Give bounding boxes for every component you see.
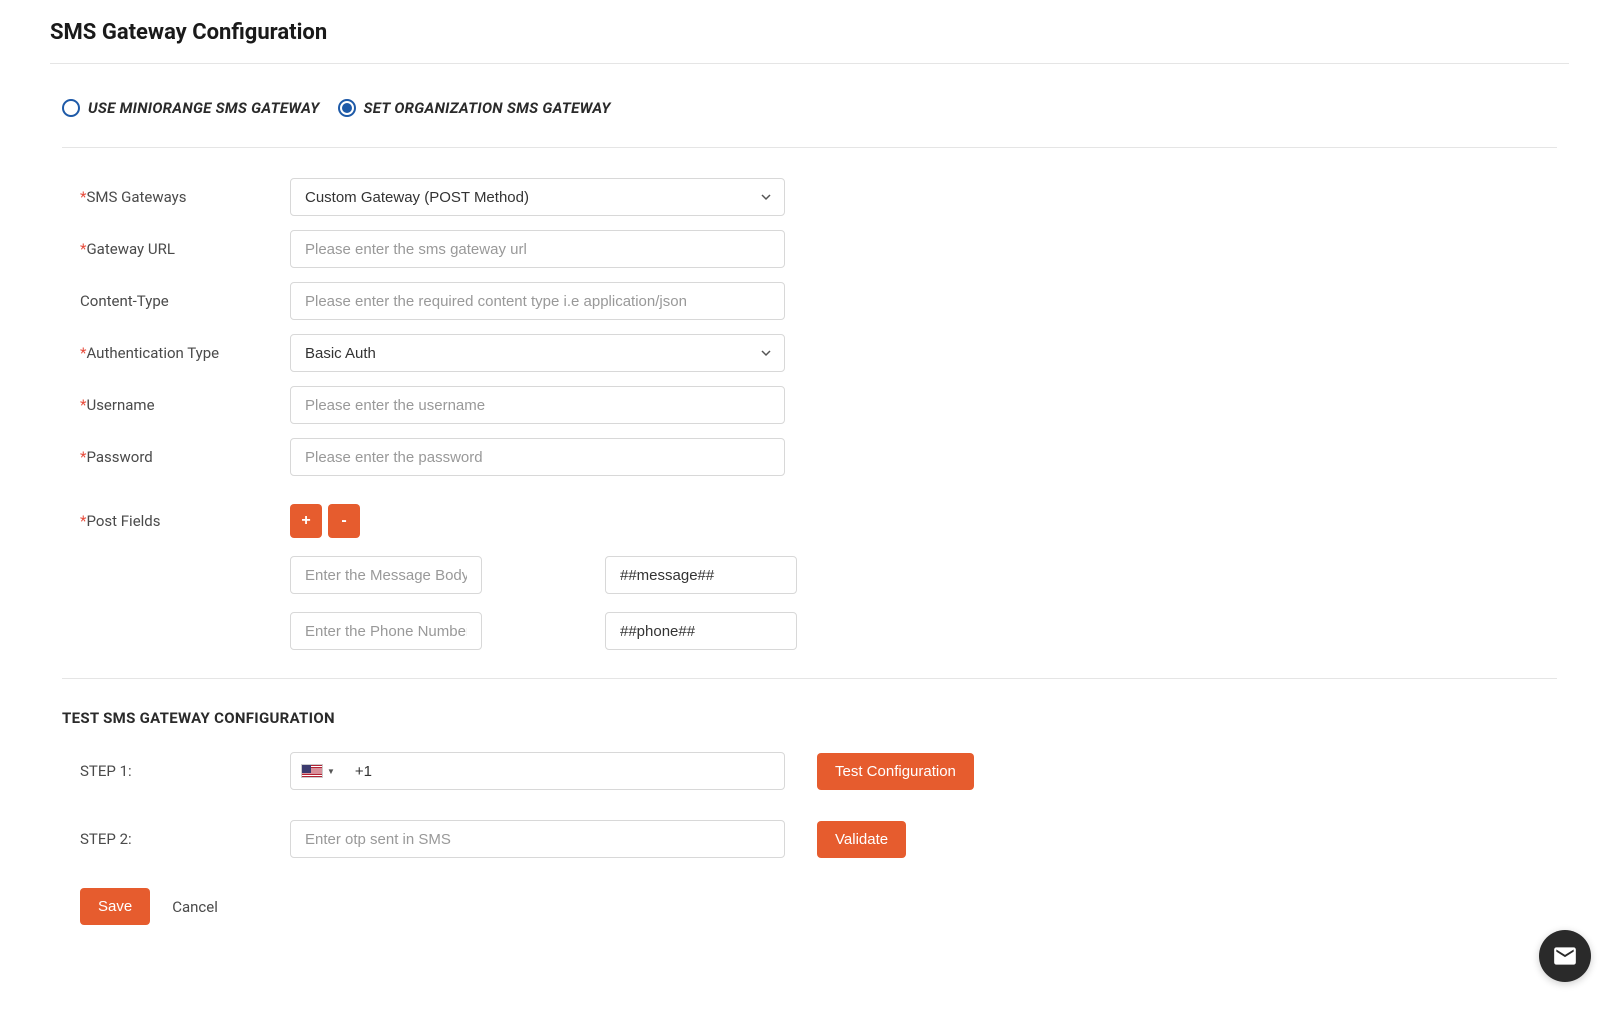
password-input[interactable] — [290, 438, 785, 476]
post-fields-controls: + - — [290, 504, 797, 650]
post-field-key-0[interactable] — [290, 556, 482, 594]
save-button[interactable]: Save — [80, 888, 150, 925]
post-field-row-1 — [290, 612, 797, 650]
username-row: *Username — [80, 386, 1569, 424]
cancel-button[interactable]: Cancel — [172, 898, 218, 916]
test-configuration-button[interactable]: Test Configuration — [817, 753, 974, 790]
post-fields-section: *Post Fields + - — [80, 504, 1569, 650]
title-divider — [50, 63, 1569, 64]
gateway-url-row: *Gateway URL — [80, 230, 1569, 268]
step1-label: STEP 1: — [80, 762, 290, 780]
post-fields-buttons: + - — [290, 504, 797, 538]
gateway-url-input[interactable] — [290, 230, 785, 268]
post-fields-label: *Post Fields — [80, 504, 290, 530]
radio-miniorange-label: USE MINIORANGE SMS GATEWAY — [88, 99, 320, 117]
test-step1-row: STEP 1: ▼ Test Configuration — [50, 752, 1569, 790]
post-field-value-0[interactable] — [605, 556, 797, 594]
page-title: SMS Gateway Configuration — [50, 20, 1569, 45]
content-type-input[interactable] — [290, 282, 785, 320]
radio-miniorange-gateway[interactable]: USE MINIORANGE SMS GATEWAY — [62, 99, 320, 117]
chevron-down-icon: ▼ — [327, 767, 335, 776]
radio-organization-gateway[interactable]: SET ORGANIZATION SMS GATEWAY — [338, 99, 611, 117]
step2-label: STEP 2: — [80, 830, 290, 848]
remove-field-button[interactable]: - — [328, 504, 360, 538]
radio-circle-icon — [62, 99, 80, 117]
otp-input[interactable] — [290, 820, 785, 858]
post-field-row-0 — [290, 556, 797, 594]
sms-gateways-label: *SMS Gateways — [80, 188, 290, 206]
gateway-form: *SMS Gateways Custom Gateway (POST Metho… — [50, 178, 1569, 650]
section-divider — [62, 147, 1557, 148]
password-label: *Password — [80, 448, 290, 466]
sms-gateways-select[interactable]: Custom Gateway (POST Method) — [290, 178, 785, 216]
radio-organization-label: SET ORGANIZATION SMS GATEWAY — [364, 99, 611, 117]
us-flag-icon — [301, 764, 323, 778]
phone-number-input[interactable] — [345, 763, 784, 780]
auth-type-select[interactable]: Basic Auth — [290, 334, 785, 372]
phone-input-wrap: ▼ — [290, 752, 785, 790]
content-type-row: Content-Type — [80, 282, 1569, 320]
username-label: *Username — [80, 396, 290, 414]
post-field-value-1[interactable] — [605, 612, 797, 650]
test-heading: TEST SMS GATEWAY CONFIGURATION — [62, 709, 1569, 727]
country-flag-select[interactable]: ▼ — [291, 764, 345, 778]
password-row: *Password — [80, 438, 1569, 476]
auth-type-row: *Authentication Type Basic Auth — [80, 334, 1569, 372]
mail-icon — [1552, 943, 1578, 969]
username-input[interactable] — [290, 386, 785, 424]
post-field-key-1[interactable] — [290, 612, 482, 650]
validate-button[interactable]: Validate — [817, 821, 906, 858]
radio-circle-selected-icon — [338, 99, 356, 117]
gateway-url-label: *Gateway URL — [80, 240, 290, 258]
content-type-label: Content-Type — [80, 292, 290, 310]
add-field-button[interactable]: + — [290, 504, 322, 538]
test-step2-row: STEP 2: Validate — [50, 820, 1569, 858]
auth-type-label: *Authentication Type — [80, 344, 290, 362]
chat-widget-button[interactable] — [1539, 930, 1591, 982]
gateway-mode-radio-group: USE MINIORANGE SMS GATEWAY SET ORGANIZAT… — [50, 99, 1569, 117]
sms-gateways-row: *SMS Gateways Custom Gateway (POST Metho… — [80, 178, 1569, 216]
divider-above-test — [62, 678, 1557, 679]
footer-actions: Save Cancel — [50, 888, 1569, 925]
